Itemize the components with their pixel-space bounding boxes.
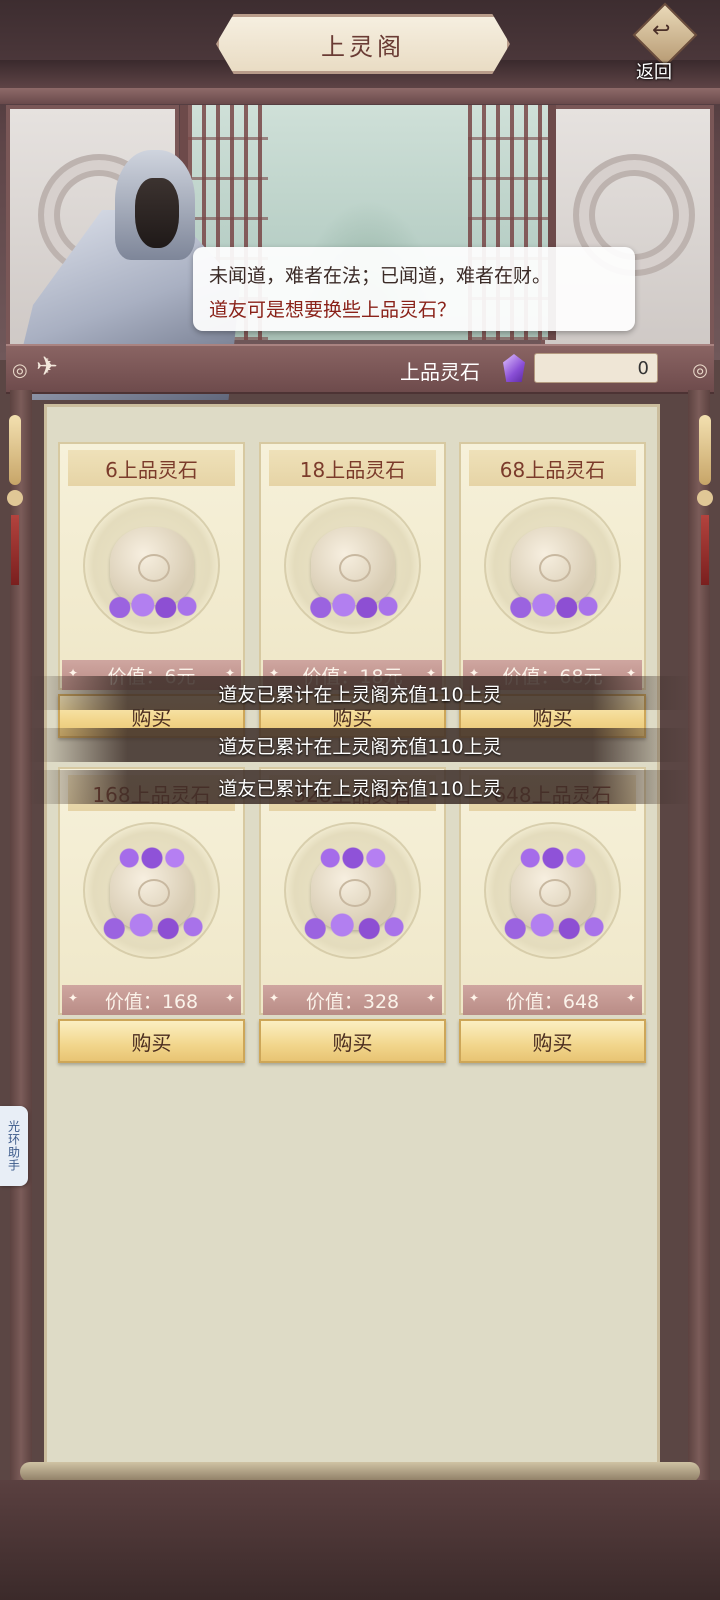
helper-tab[interactable]: 光环助手 bbox=[0, 1106, 28, 1186]
currency-value: 0 bbox=[534, 353, 658, 383]
shop-item-card[interactable]: 328上品灵石 ✦价值：328✦ 购买 bbox=[259, 767, 446, 1067]
crane-icon: ✈ bbox=[36, 352, 58, 382]
buy-button[interactable]: 购买 bbox=[58, 1019, 245, 1063]
recharge-toast: 道友已累计在上灵阁充值110上灵 bbox=[28, 770, 692, 804]
bag-emblem-icon bbox=[138, 554, 170, 582]
cloud-ornament-icon: ◎ bbox=[692, 360, 708, 381]
purple-stones-icon bbox=[299, 907, 407, 943]
purple-stones-icon bbox=[307, 592, 399, 618]
purple-stones-icon bbox=[507, 592, 599, 618]
price-text: 价值：328 bbox=[305, 990, 400, 1013]
purple-gem-icon bbox=[503, 354, 525, 382]
item-price: ✦ 价值：648 ✦ bbox=[463, 985, 642, 1015]
cloud-ornament-icon: ◎ bbox=[12, 360, 28, 381]
page-title: 上灵阁 bbox=[321, 32, 405, 61]
price-text: 价值：648 bbox=[505, 990, 600, 1013]
scroll-roller bbox=[20, 1462, 700, 1482]
shop-item-card[interactable]: 648上品灵石 ✦价值：648✦ 购买 bbox=[459, 767, 646, 1067]
bag-emblem-icon bbox=[539, 879, 571, 907]
bag-emblem-icon bbox=[339, 879, 371, 907]
purple-stones-icon bbox=[515, 847, 591, 869]
item-name: 6上品灵石 bbox=[68, 450, 235, 486]
title-plaque: 上灵阁 bbox=[216, 14, 510, 74]
recharge-toast: 道友已累计在上灵阁充值110上灵 bbox=[28, 676, 692, 710]
bag-emblem-icon bbox=[138, 879, 170, 907]
dialog-line-2: 道友可是想要换些上品灵石？ bbox=[209, 299, 457, 321]
buy-button[interactable]: 购买 bbox=[459, 1019, 646, 1063]
npc-dialog-box: 未闻道，难者在法；已闻道，难者在财。 道友可是想要换些上品灵石？ bbox=[193, 247, 635, 331]
item-name: 18上品灵石 bbox=[269, 450, 436, 486]
buy-button[interactable]: 购买 bbox=[259, 1019, 446, 1063]
back-label: 返回 bbox=[636, 62, 672, 83]
currency-label: 上品灵石 bbox=[400, 360, 480, 384]
purple-stones-icon bbox=[114, 847, 190, 869]
shop-item-card[interactable]: 168上品灵石 ✦价值：168✦ 购买 bbox=[58, 767, 245, 1067]
roof-band bbox=[0, 88, 720, 104]
recharge-toast: 道友已累计在上灵阁充值110上灵 bbox=[28, 728, 692, 762]
right-tassel bbox=[694, 395, 716, 595]
purple-stones-icon bbox=[499, 907, 607, 943]
item-price: ✦ 价值：328 ✦ bbox=[263, 985, 442, 1015]
left-tassel bbox=[4, 395, 26, 595]
bag-emblem-icon bbox=[339, 554, 371, 582]
purple-stones-icon bbox=[98, 907, 206, 943]
item-price: ✦ 价值：168 ✦ bbox=[62, 985, 241, 1015]
purple-stones-icon bbox=[315, 847, 391, 869]
item-name: 68上品灵石 bbox=[469, 450, 636, 486]
purple-stones-icon bbox=[106, 592, 198, 618]
price-text: 价值：168 bbox=[104, 990, 199, 1013]
bottom-frame bbox=[0, 1480, 720, 1600]
currency-bar: ◎ ✈ 上品灵石 0 ◎ bbox=[6, 344, 714, 394]
back-button[interactable]: ↩ 返回 bbox=[628, 2, 698, 83]
back-arrow-icon: ↩ bbox=[652, 18, 671, 43]
bag-emblem-icon bbox=[539, 554, 571, 582]
npc-face bbox=[135, 178, 179, 248]
dialog-line-1: 未闻道，难者在法；已闻道，难者在财。 bbox=[209, 265, 552, 287]
